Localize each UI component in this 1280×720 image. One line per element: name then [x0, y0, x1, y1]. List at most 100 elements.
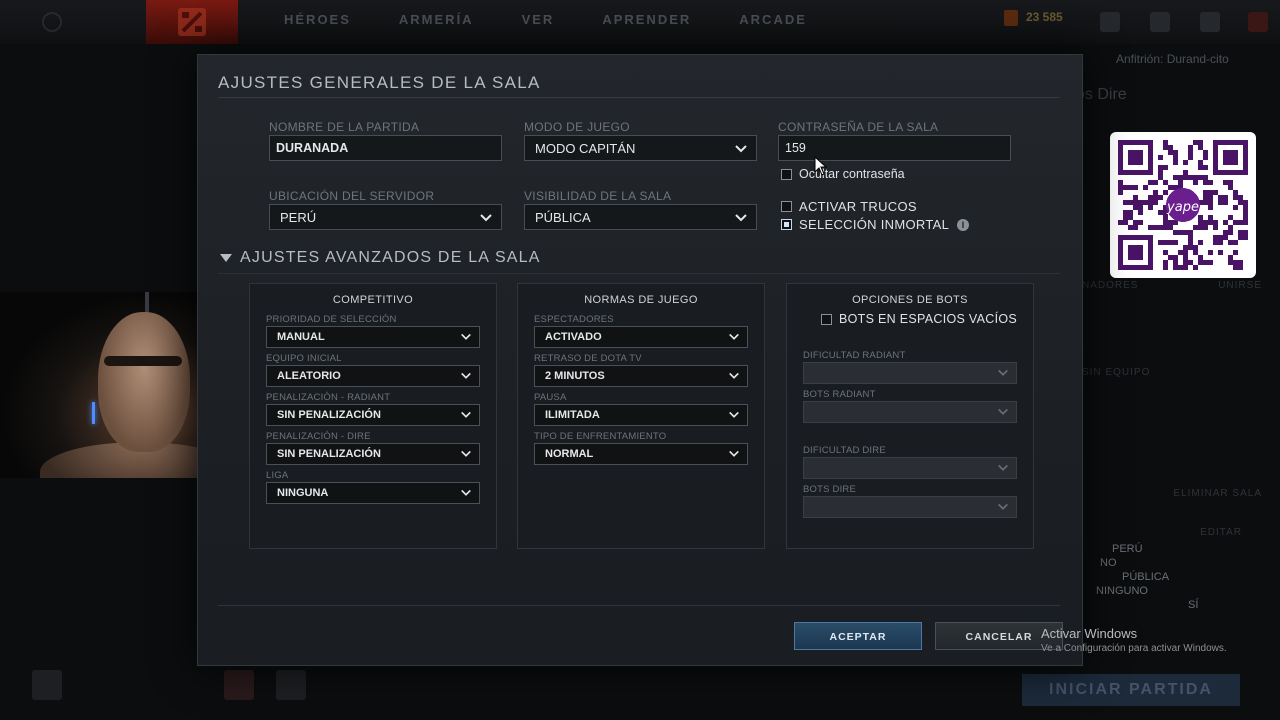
radiant-difficulty-label: DIFICULTAD RADIANT	[803, 350, 906, 361]
spectators-label: ESPECTADORES	[534, 314, 614, 325]
chat-icon[interactable]	[1100, 12, 1120, 32]
enable-cheats-checkbox[interactable]: ACTIVAR TRUCOS	[781, 199, 917, 214]
starting-team-label: EQUIPO INICIAL	[266, 353, 342, 364]
windows-activation-watermark: Activar Windows Ve a Configuración para …	[1041, 626, 1227, 654]
radiant-bots-select[interactable]	[803, 401, 1017, 423]
server-location-label: UBICACIÓN DEL SERVIDOR	[269, 189, 435, 203]
chevron-down-icon	[735, 145, 747, 153]
players-header: NADORES	[1082, 280, 1139, 291]
league-label: LIGA	[266, 470, 289, 481]
lobby-host: Anfitrión: Durand-cito	[1116, 52, 1229, 66]
lobby-settings-dialog: AJUSTES GENERALES DE LA SALA NOMBRE DE L…	[197, 54, 1083, 666]
settings-icon[interactable]	[1200, 12, 1220, 32]
bot-options-panel: OPCIONES DE BOTS BOTS EN ESPACIOS VACÍOS…	[786, 283, 1034, 549]
chevron-down-icon	[461, 450, 471, 457]
yape-qr-code: yape	[1110, 132, 1256, 278]
hide-password-checkbox[interactable]: Ocultar contraseña	[781, 167, 905, 181]
nav-watch[interactable]: VER	[522, 12, 555, 27]
league-select[interactable]: NINGUNA	[266, 482, 480, 504]
match-type-label: TIPO DE ENFRENTAMIENTO	[534, 431, 667, 442]
advanced-settings-toggle[interactable]: AJUSTES AVANZADOS DE LA SALA	[220, 249, 541, 267]
radiant-penalty-label: PENALIZACIÓN - RADIANT	[266, 392, 391, 403]
divider	[218, 97, 1060, 98]
competitive-panel: COMPETITIVO PRIORIDAD DE SELECCIÓN MANUA…	[249, 283, 497, 549]
spectators-select[interactable]: ACTIVADO	[534, 326, 748, 348]
start-game-button[interactable]: INICIAR PARTIDA	[1022, 674, 1240, 706]
chevron-down-icon	[461, 372, 471, 379]
radiant-difficulty-select[interactable]	[803, 362, 1017, 384]
chevron-down-icon	[998, 369, 1008, 376]
password-input[interactable]: 159	[778, 135, 1011, 161]
chevron-down-icon	[735, 214, 747, 222]
lobby-info: PERÚ NO PÚBLICA NINGUNO SÍ	[1096, 543, 1199, 611]
accept-button[interactable]: ACEPTAR	[794, 622, 922, 650]
game-rules-panel: NORMAS DE JUEGO ESPECTADORES ACTIVADO RE…	[517, 283, 765, 549]
game-name-label: NOMBRE DE LA PARTIDA	[269, 120, 420, 134]
visibility-select[interactable]: PÚBLICA	[524, 204, 757, 230]
top-nav-bar: HÉROES ARMERÍA VER APRENDER ARCADE 23 58…	[0, 0, 1280, 44]
server-location-select[interactable]: PERÚ	[269, 204, 502, 230]
shield-icon[interactable]	[1150, 12, 1170, 32]
party-icon[interactable]	[276, 670, 306, 700]
checkbox-box[interactable]	[781, 201, 792, 212]
match-type-select[interactable]: NORMAL	[534, 443, 748, 465]
radiant-penalty-select[interactable]: SIN PENALIZACIÓN	[266, 404, 480, 426]
chevron-down-icon	[998, 503, 1008, 510]
dota-logo-icon	[178, 8, 206, 36]
immortal-pick-checkbox[interactable]: SELECCIÓN INMORTAL i	[781, 217, 970, 232]
dire-difficulty-label: DIFICULTAD DIRE	[803, 445, 886, 456]
nav-arcade[interactable]: ARCADE	[739, 12, 807, 27]
checkbox-box[interactable]	[781, 219, 792, 230]
chevron-down-icon	[729, 411, 739, 418]
nav-learn[interactable]: APRENDER	[602, 12, 691, 27]
dire-penalty-select[interactable]: SIN PENALIZACIÓN	[266, 443, 480, 465]
game-mode-select[interactable]: MODO CAPITÁN	[524, 135, 757, 161]
chevron-down-icon	[729, 372, 739, 379]
power-icon[interactable]	[1248, 12, 1268, 32]
checkbox-box[interactable]	[781, 168, 792, 180]
chevron-down-icon	[480, 214, 492, 222]
home-icon[interactable]	[40, 10, 64, 34]
edit-button[interactable]: EDITAR	[1082, 527, 1262, 538]
nav-heroes[interactable]: HÉROES	[284, 12, 351, 27]
no-team-button[interactable]: SIN EQUIPO	[1082, 367, 1262, 378]
panel-title: OPCIONES DE BOTS	[852, 294, 968, 306]
yape-logo-text: yape	[1166, 200, 1199, 215]
qr-code-icon: yape	[1118, 140, 1248, 270]
dota-tv-delay-select[interactable]: 2 MINUTOS	[534, 365, 748, 387]
main-menu: HÉROES ARMERÍA VER APRENDER ARCADE	[284, 12, 855, 27]
game-name-input[interactable]: DURANADA	[269, 135, 502, 161]
info-icon[interactable]: i	[957, 218, 970, 231]
shards-icon	[1004, 10, 1018, 26]
chevron-down-icon	[729, 450, 739, 457]
divider	[218, 273, 1060, 274]
hero-portrait[interactable]	[224, 670, 254, 700]
delete-lobby-button[interactable]: ELIMINAR SALA	[1082, 488, 1262, 499]
pause-label: PAUSA	[534, 392, 567, 403]
checkbox-box[interactable]	[821, 313, 832, 325]
pick-priority-select[interactable]: MANUAL	[266, 326, 480, 348]
dire-difficulty-select[interactable]	[803, 457, 1017, 479]
dota-tv-delay-label: RETRASO DE DOTA TV	[534, 353, 642, 364]
nav-armory[interactable]: ARMERÍA	[399, 12, 474, 27]
pause-select[interactable]: ILIMITADA	[534, 404, 748, 426]
starting-team-select[interactable]: ALEATORIO	[266, 365, 480, 387]
fill-bots-checkbox[interactable]: BOTS EN ESPACIOS VACÍOS	[821, 312, 1017, 326]
dire-bots-select[interactable]	[803, 496, 1017, 518]
panel-title: NORMAS DE JUEGO	[584, 294, 698, 306]
triangle-down-icon	[220, 254, 232, 262]
chevron-down-icon	[729, 333, 739, 340]
join-button[interactable]: UNIRSE	[1218, 280, 1262, 291]
chevron-down-icon	[998, 408, 1008, 415]
visibility-label: VISIBILIDAD DE LA SALA	[524, 189, 672, 203]
chevron-down-icon	[461, 411, 471, 418]
dire-penalty-label: PENALIZACIÓN - DIRE	[266, 431, 371, 442]
panel-title: COMPETITIVO	[332, 294, 414, 306]
pick-priority-label: PRIORIDAD DE SELECCIÓN	[266, 314, 397, 325]
dire-team-header: os Dire	[1076, 86, 1127, 103]
mouse-cursor-icon	[814, 156, 828, 176]
dota-logo-button[interactable]	[146, 0, 238, 44]
avatar[interactable]	[32, 670, 62, 700]
shards-counter: 23 585	[1004, 10, 1063, 26]
dialog-title: AJUSTES GENERALES DE LA SALA	[218, 73, 541, 92]
